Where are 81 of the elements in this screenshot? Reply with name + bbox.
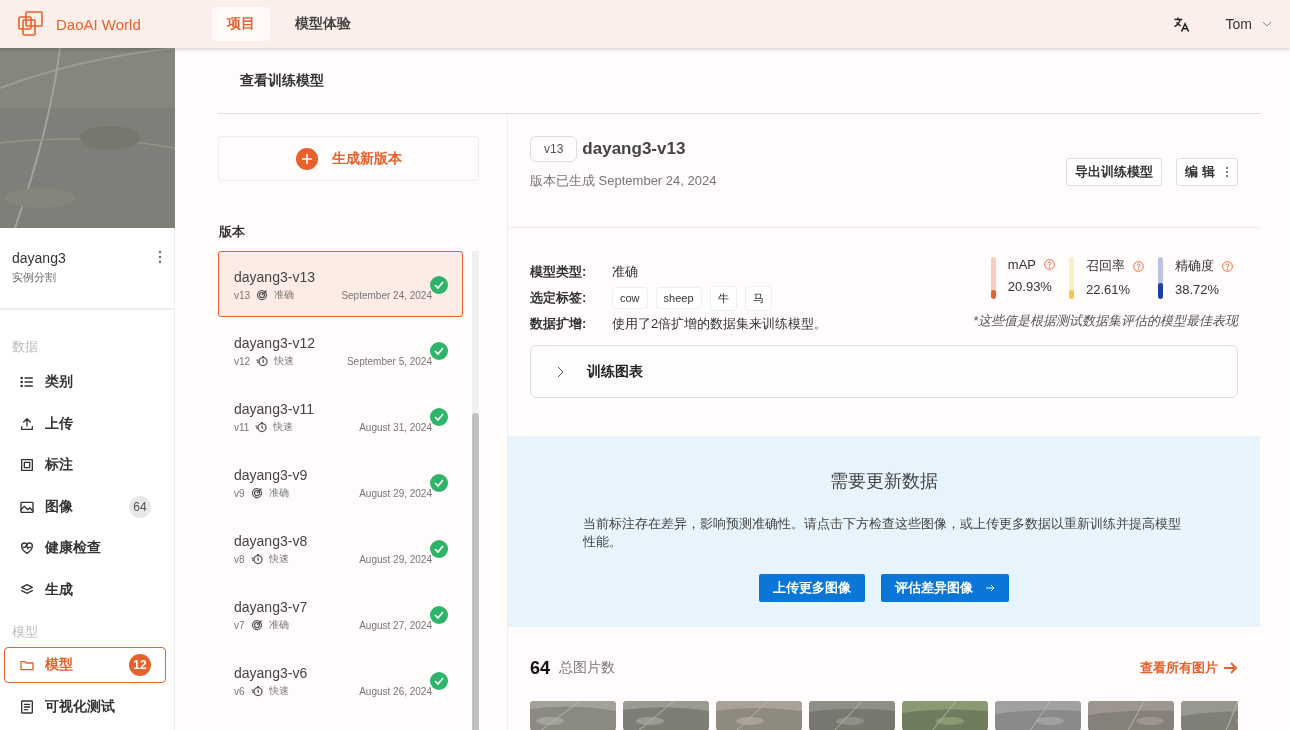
version-tag: v13 — [234, 289, 251, 301]
metrics-note: *这些值是根据测试数据集评估的模型最佳表现 — [972, 312, 1238, 330]
project-type: 实例分割 — [12, 270, 57, 285]
version-date: August 27, 2024 — [359, 619, 432, 631]
version-tag: v7 — [234, 619, 245, 631]
version-item[interactable]: dayang3-v13 v13 准确 September 24, 2024 — [218, 251, 463, 317]
mode-label: 准确 — [274, 288, 295, 302]
count-badge: 64 — [129, 495, 151, 518]
version-date: August 26, 2024 — [359, 685, 432, 697]
version-tag: v13 — [530, 136, 578, 162]
version-item[interactable]: dayang3-v9 v9 准确 August 29, 2024 — [218, 449, 463, 515]
metric-value: 38.72% — [1175, 282, 1221, 297]
sidebar-item[interactable]: 标注 — [4, 447, 166, 483]
count-badge: 12 — [129, 654, 151, 676]
label-tag: cow — [612, 287, 648, 309]
user-name[interactable]: Tom — [1225, 16, 1252, 32]
version-name: dayang3-v11 — [234, 401, 315, 417]
version-tag: v11 — [234, 421, 250, 433]
export-button[interactable]: 导出训练模型 — [1066, 158, 1163, 186]
upload-button[interactable]: 上传更多图像 — [759, 574, 865, 603]
mode-label: 快速 — [273, 420, 294, 434]
mode-label: 准确 — [268, 618, 289, 632]
version-date: August 31, 2024 — [359, 421, 432, 433]
version-tag: v12 — [234, 355, 251, 367]
label-tag: 牛 — [709, 285, 737, 311]
version-item[interactable]: dayang3-v6 v6 快速 August 26, 2024 — [218, 647, 463, 713]
notice-title: 需要更新数据 — [830, 470, 938, 494]
version-item[interactable]: dayang3-v8 v8 快速 August 29, 2024 — [218, 515, 463, 581]
count-label: 总图片数 — [559, 659, 617, 678]
project-name: dayang3 — [12, 250, 66, 266]
sidebar-item[interactable]: 可视化测试 — [4, 688, 166, 725]
metric-value: 20.93% — [1007, 279, 1053, 294]
version-item[interactable]: dayang3-v12 v12 快速 September 5, 2024 — [218, 317, 463, 383]
section-label: 版本 — [219, 223, 246, 241]
sidebar-item[interactable]: 上传 — [4, 405, 166, 442]
field-label: 模型类型: — [530, 263, 588, 281]
model-title: dayang3-v13 — [582, 139, 686, 159]
metric-name: 精确度 — [1175, 257, 1214, 275]
sidebar-item[interactable]: 类别 — [4, 364, 166, 400]
version-name: dayang3-v8 — [234, 533, 309, 549]
mode-label: 快速 — [274, 354, 295, 368]
generated-date: 版本已生成 September 24, 2024 — [530, 172, 717, 190]
page-tab[interactable]: 查看训练模型 — [240, 71, 324, 90]
metric-value: 22.61% — [1086, 282, 1132, 297]
version-name: dayang3-v12 — [234, 335, 316, 351]
field-label: 选定标签: — [530, 289, 588, 307]
version-tag: v6 — [234, 685, 245, 697]
label-tag: 马 — [744, 285, 772, 311]
notice-text: 当前标注存在差异，影响预测准确性。请点击下方检查这些图像，或上传更多数据以重新训练并提高模型性能。 — [583, 515, 1182, 552]
version-name: dayang3-v9 — [234, 467, 309, 483]
mode-label: 快速 — [268, 684, 289, 698]
mode-label: 快速 — [268, 552, 289, 566]
metric-name: 召回率 — [1086, 257, 1125, 275]
version-item[interactable]: dayang3-v7 v7 准确 August 27, 2024 — [218, 581, 463, 647]
label-tag: sheep — [655, 287, 702, 309]
brand-name: DaoAI World — [56, 15, 142, 33]
field-value: 准确 — [612, 263, 638, 281]
version-date: August 29, 2024 — [359, 553, 432, 565]
version-tag: v8 — [234, 553, 245, 565]
image-count: 64 — [530, 657, 551, 679]
sidebar-item[interactable]: 图像 64 — [4, 488, 166, 525]
nav-tab[interactable]: 模型体验 — [280, 7, 366, 41]
version-item[interactable]: dayang3-v11 v11 快速 August 31, 2024 — [218, 383, 463, 449]
field-value: 使用了2倍扩增的数据集来训练模型。 — [612, 315, 828, 333]
sidebar-item[interactable]: 生成 — [4, 571, 166, 608]
version-date: September 24, 2024 — [341, 289, 432, 301]
section-label: 模型 — [11, 623, 39, 641]
metric-name: mAP — [1007, 257, 1036, 272]
version-date: September 5, 2024 — [346, 355, 432, 367]
version-date: August 29, 2024 — [359, 487, 432, 499]
version-name: dayang3-v6 — [234, 665, 309, 681]
sidebar-item[interactable]: 健康检查 — [4, 530, 166, 566]
evaluate-button[interactable]: 评估差异图像 — [881, 574, 1009, 603]
chart-section[interactable]: 训练图表 — [530, 345, 1238, 398]
version-name: dayang3-v7 — [234, 599, 309, 615]
version-tag: v9 — [234, 487, 245, 499]
mode-label: 准确 — [268, 486, 289, 500]
field-label: 数据扩增: — [530, 315, 588, 333]
edit-button[interactable]: 编 辑 — [1176, 158, 1238, 186]
version-name: dayang3-v13 — [234, 269, 316, 285]
section-label: 数据 — [11, 338, 39, 356]
